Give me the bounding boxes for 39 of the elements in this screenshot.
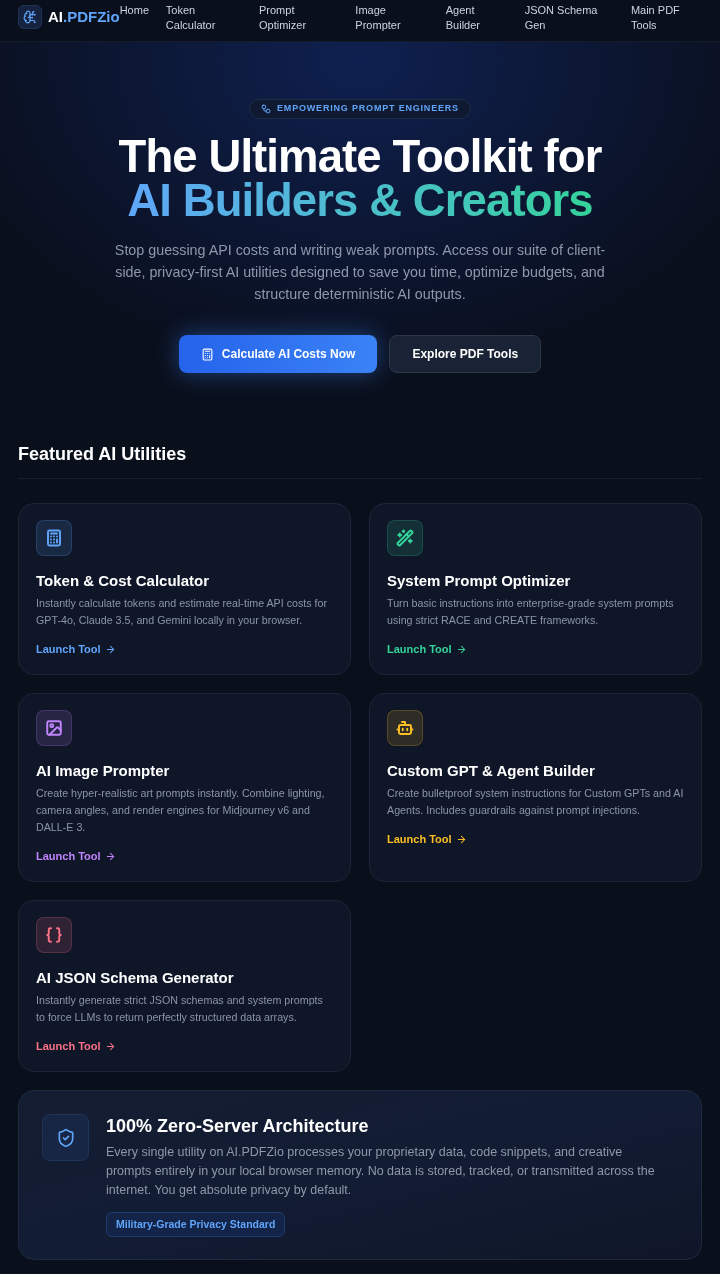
- launch-tool-link[interactable]: Launch Tool: [36, 641, 116, 657]
- arrow-right-icon: [455, 833, 467, 845]
- arrow-right-icon: [104, 850, 116, 862]
- shield-icon: [42, 1114, 89, 1161]
- section-heading: Featured AI Utilities: [18, 443, 702, 479]
- brand-logo-text[interactable]: AI.PDFZio: [48, 5, 120, 29]
- tool-title: Custom GPT & Agent Builder: [387, 761, 595, 781]
- launch-tool-link[interactable]: Launch Tool: [36, 848, 116, 864]
- nodes-icon: [261, 104, 272, 114]
- arrow-right-icon: [104, 643, 116, 655]
- nav-link[interactable]: Token Calculator: [165, 3, 239, 33]
- logo-icon: [18, 5, 42, 29]
- launch-tool-link[interactable]: Launch Tool: [387, 641, 467, 657]
- tool-title: AI Image Prompter: [36, 761, 170, 781]
- nav-link[interactable]: JSON Schema Gen: [524, 3, 611, 33]
- nav-link[interactable]: Main PDF Tools: [630, 3, 700, 33]
- calculator-icon: [200, 347, 214, 361]
- privacy-title: 100% Zero-Server Architecture: [106, 1115, 369, 1138]
- tool-description: Instantly generate strict JSON schemas and system prompts to force LLMs to return perfectly structured data arrays.: [36, 993, 324, 1025]
- launch-tool-link[interactable]: Launch Tool: [387, 831, 467, 847]
- hero-description: Stop guessing API costs and writing weak prompts. Access our suite of client-side, privacy-first AI utilities designed to save you time, optimize budgets, and structure deterministic AI outputs.: [113, 241, 607, 304]
- tool-description: Instantly calculate tokens and estimate real-time API costs for GPT-4o, Claude 3.5, and Gemini locally in your browser.: [36, 596, 329, 628]
- tool-description: Create bulletproof system instructions for Custom GPTs and AI Agents. Includes guardrails against prompt injections.: [387, 786, 684, 818]
- nav-link[interactable]: Prompt Optimizer: [259, 3, 336, 33]
- tool-title: AI JSON Schema Generator: [36, 968, 234, 988]
- explore-button[interactable]: Explore PDF Tools: [389, 335, 542, 373]
- launch-tool-link[interactable]: Launch Tool: [36, 1038, 116, 1054]
- nav-link[interactable]: Agent Builder: [445, 3, 505, 33]
- tool-title: System Prompt Optimizer: [387, 571, 571, 591]
- tool-title: Token & Cost Calculator: [36, 571, 210, 591]
- arrow-right-icon: [455, 643, 467, 655]
- tool-description: Turn basic instructions into enterprise-grade system prompts using strict RACE and CREATE frameworks.: [387, 596, 675, 628]
- privacy-badge: Military-Grade Privacy Standard: [106, 1212, 286, 1237]
- arrow-right-icon: [104, 1040, 116, 1052]
- tagline-badge: EMPOWERING PROMPT ENGINEERS: [249, 99, 471, 119]
- nav-link[interactable]: Image Prompter: [355, 3, 426, 33]
- calculate-button[interactable]: Calculate AI Costs Now: [178, 335, 378, 373]
- privacy-description: Every single utility on AI.PDFZio processes your proprietary data, code snippets, and creative prompts entirely in your local browser memory. No data is stored, tracked, or transmitted across the internet. You get absolute privacy by default.: [106, 1144, 656, 1199]
- tool-description: Create hyper-realistic art prompts instantly. Combine lighting, camera angles, and render engines for Midjourney v6 and DALL-E 3.: [36, 786, 326, 835]
